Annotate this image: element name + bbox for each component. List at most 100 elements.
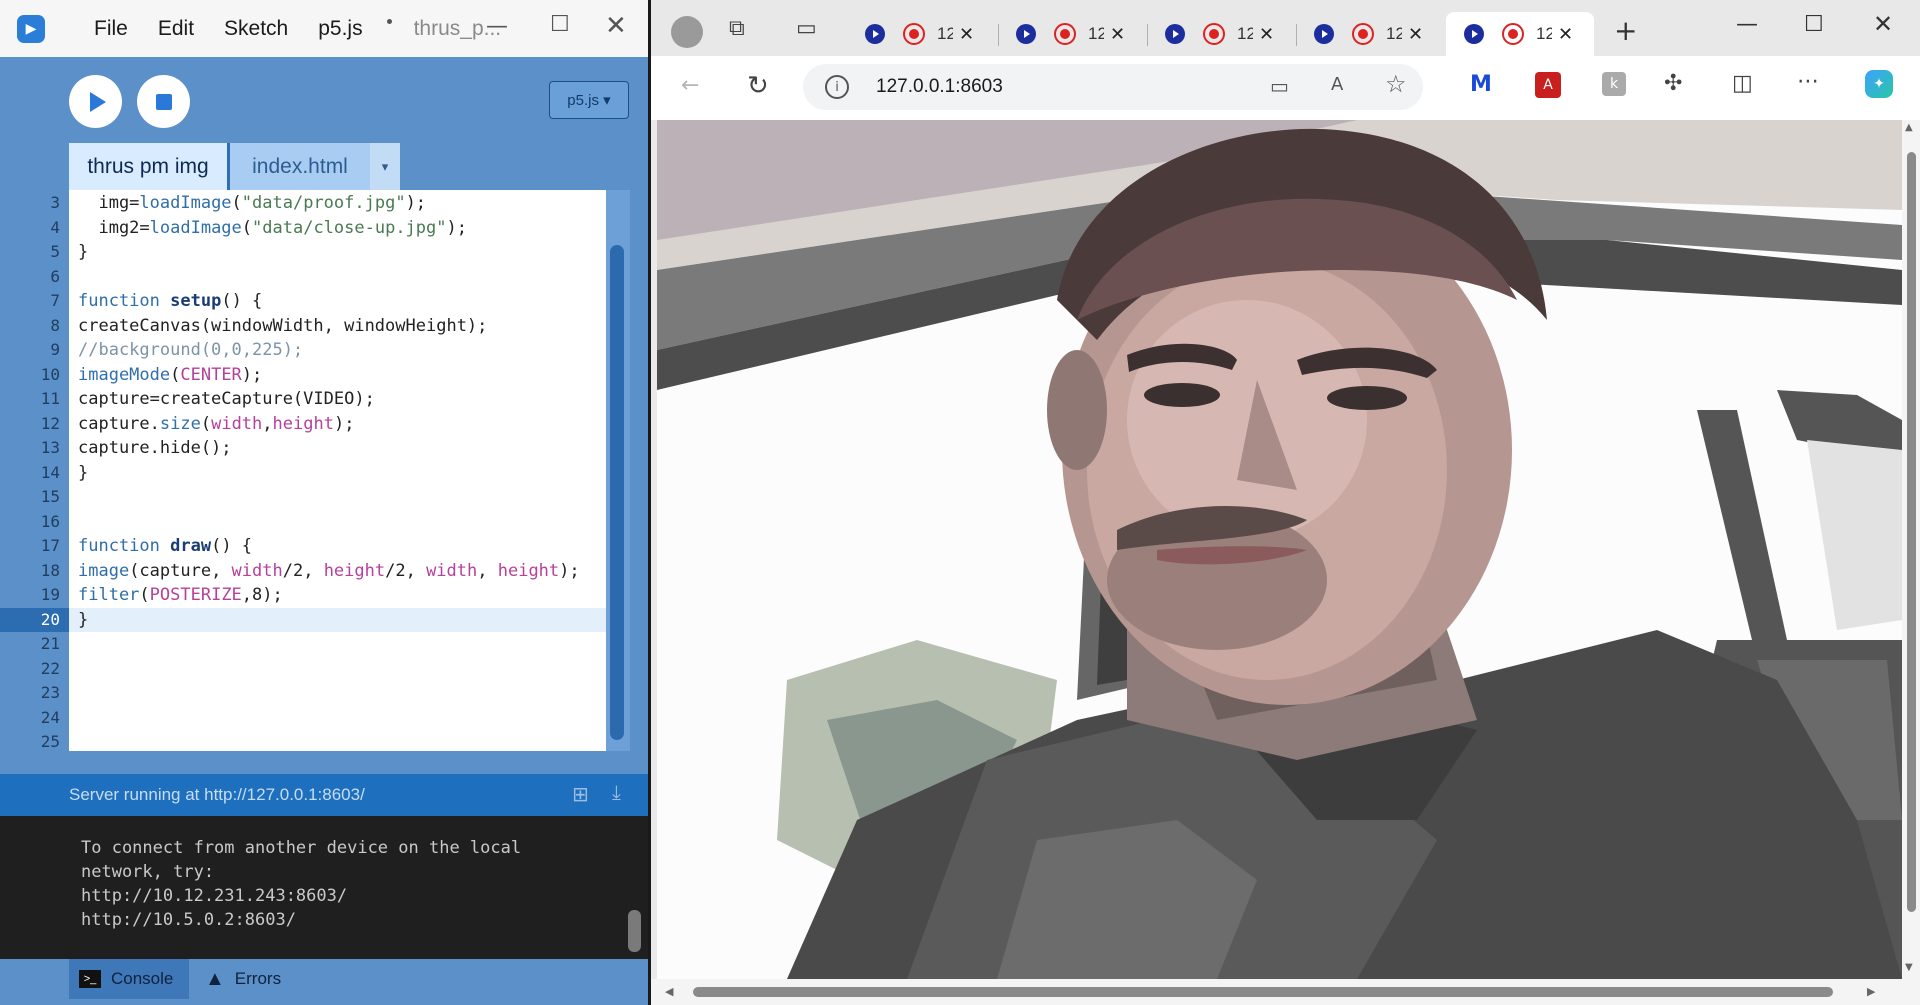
code-text: capture=createCapture(VIDEO); [78, 389, 375, 409]
tab-close-icon[interactable]: ✕ [1110, 24, 1125, 45]
maximize-icon[interactable]: ☐ [1804, 12, 1824, 37]
code-line[interactable]: 18 image(capture, width/2, height/2, widt… [0, 559, 606, 583]
code-line[interactable]: 5} [0, 240, 606, 264]
menu-sketch[interactable]: Sketch [224, 17, 288, 41]
copilot-icon[interactable]: ✦ [1865, 70, 1893, 98]
code-line[interactable]: 3 img=loadImage("data/proof.jpg"); [0, 191, 606, 215]
extensions-puzzle-icon[interactable]: ✣ [1664, 71, 1682, 96]
code-line[interactable]: 10 imageMode(CENTER); [0, 363, 606, 387]
code-line[interactable]: 12 capture.size(width,height); [0, 412, 606, 436]
line-number: 10 [40, 364, 60, 384]
code-line[interactable]: 9 //background(0,0,225); [0, 338, 606, 362]
new-tab-icon[interactable]: + [1614, 14, 1637, 47]
code-line[interactable]: 25 [0, 730, 606, 751]
horizontal-scroll-thumb[interactable] [693, 987, 1833, 997]
code-line[interactable]: 22 [0, 657, 606, 681]
collapse-console-icon[interactable]: ⤓ [612, 780, 621, 804]
more-menu-icon[interactable]: ⋯ [1797, 69, 1819, 94]
tab-close-icon[interactable]: ✕ [959, 24, 974, 45]
stop-button[interactable] [137, 75, 190, 128]
menu-p5js[interactable]: p5.js [318, 17, 362, 41]
code-line[interactable]: 15 [0, 485, 606, 509]
line-number: 16 [40, 511, 60, 531]
close-icon[interactable]: ✕ [605, 11, 627, 41]
code-line[interactable]: 14} [0, 461, 606, 485]
browser-tab-active[interactable]: 12 ✕ [1446, 12, 1594, 56]
browser-tab-4[interactable]: 12 ✕ [1296, 12, 1444, 56]
read-aloud-icon[interactable]: A [1331, 74, 1343, 95]
console-line: http://10.5.0.2:8603/ [81, 910, 296, 930]
split-screen-icon[interactable]: ◫ [1732, 71, 1753, 96]
run-button[interactable] [69, 75, 122, 128]
extension-icon[interactable]: k [1602, 72, 1626, 96]
code-line[interactable]: 23 [0, 681, 606, 705]
code-line[interactable]: 13 capture.hide(); [0, 436, 606, 460]
tab-close-icon[interactable]: ✕ [1558, 24, 1573, 45]
menu-file[interactable]: File [94, 17, 128, 41]
console-line: network, try: [81, 862, 215, 882]
collections-icon[interactable]: ⧉ [729, 16, 745, 41]
add-panel-icon[interactable]: ⊞ [572, 782, 589, 806]
profile-avatar[interactable] [671, 16, 703, 48]
url-bar[interactable]: i 127.0.0.1:8603 ▭ A ☆ [803, 64, 1423, 110]
mode-select[interactable]: p5.js ▾ [549, 81, 629, 119]
close-icon[interactable]: ✕ [1873, 10, 1893, 38]
line-number: 15 [40, 487, 60, 506]
errors-tab[interactable]: ▲ Errors [205, 959, 281, 999]
malwarebytes-icon[interactable]: M [1470, 72, 1492, 97]
scroll-up-icon[interactable]: ▲ [1905, 122, 1913, 133]
minimize-icon[interactable]: — [1736, 12, 1758, 37]
line-number: 7 [50, 291, 60, 310]
page-horizontal-scrollbar[interactable]: ◀ ▶ [651, 979, 1920, 1005]
browser-window: ⧉ ▭ 12 ✕ 12 ✕ 12 ✕ 12 ✕ 12 ✕ + — ☐ ✕ ← ↻… [651, 0, 1920, 1005]
recording-icon [1352, 23, 1374, 45]
sketch-canvas[interactable] [657, 120, 1902, 979]
code-line[interactable]: 7 function setup() { [0, 289, 606, 313]
console-line: http://10.12.231.243:8603/ [81, 886, 348, 906]
code-line[interactable]: 8 createCanvas(windowWidth, windowHeight)… [0, 314, 606, 338]
browser-tab-1[interactable]: 12 ✕ [847, 12, 997, 56]
code-editor[interactable]: 3 img=loadImage("data/proof.jpg"); 4 img2… [0, 190, 610, 751]
line-number: 8 [50, 315, 60, 335]
code-line[interactable]: 24 [0, 706, 606, 730]
tab-actions-icon[interactable]: ▭ [796, 16, 817, 41]
code-line[interactable]: 6 [0, 265, 606, 289]
scroll-down-icon[interactable]: ▼ [1905, 962, 1913, 973]
minimize-icon[interactable]: — [486, 14, 508, 39]
code-scrollbar[interactable] [610, 245, 624, 740]
site-info-icon[interactable]: i [825, 75, 849, 99]
browser-tab-2[interactable]: 12 ✕ [998, 12, 1146, 56]
code-line[interactable]: 11 capture=createCapture(VIDEO); [0, 387, 606, 411]
line-number: 24 [40, 707, 60, 727]
code-line[interactable]: 21 [0, 632, 606, 656]
browser-tab-title: 12 [1088, 24, 1104, 43]
code-line[interactable]: 16 [0, 510, 606, 534]
scroll-left-icon[interactable]: ◀ [665, 985, 673, 998]
tabs-overflow-button[interactable]: ▾ [370, 143, 400, 190]
console-scrollbar[interactable] [628, 910, 641, 952]
code-line[interactable]: 4 img2=loadImage("data/close-up.jpg"); [0, 216, 606, 240]
maximize-icon[interactable]: ☐ [550, 12, 570, 37]
refresh-icon[interactable]: ↻ [747, 71, 769, 101]
code-line[interactable]: 19 filter(POSTERIZE,8); [0, 583, 606, 607]
line-number: 4 [50, 217, 60, 237]
page-vertical-scrollbar[interactable]: ▲ ▼ [1902, 120, 1920, 979]
tab-close-icon[interactable]: ✕ [1408, 24, 1423, 45]
vertical-scroll-thumb[interactable] [1907, 152, 1916, 912]
code-text: } [78, 609, 89, 630]
tab-close-icon[interactable]: ✕ [1259, 24, 1274, 45]
code-line[interactable]: 20} [0, 607, 606, 632]
tab-thrus-pm-img[interactable]: thrus pm img [69, 143, 230, 190]
line-number: 21 [40, 634, 60, 653]
acrobat-icon[interactable]: A [1535, 72, 1561, 98]
back-icon[interactable]: ← [681, 73, 699, 98]
camera-icon[interactable]: ▭ [1270, 74, 1289, 98]
menu-edit[interactable]: Edit [158, 17, 194, 41]
console-tab[interactable]: >_ Console [69, 959, 189, 999]
line-number: 18 [40, 560, 60, 580]
tab-index-html[interactable]: index.html [230, 143, 370, 190]
scroll-right-icon[interactable]: ▶ [1867, 985, 1875, 998]
browser-tab-3[interactable]: 12 ✕ [1147, 12, 1295, 56]
favorite-star-icon[interactable]: ☆ [1385, 70, 1407, 98]
code-line[interactable]: 17 function draw() { [0, 534, 606, 558]
